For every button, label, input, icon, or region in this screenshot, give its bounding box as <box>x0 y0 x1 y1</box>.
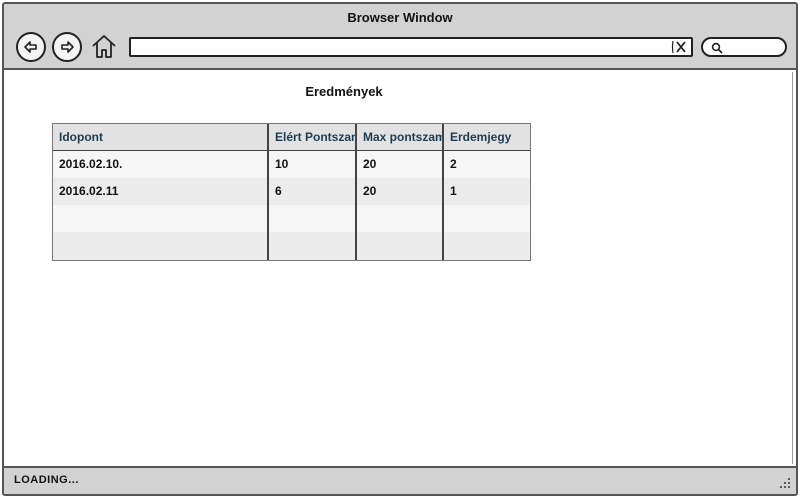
table-cell: 10 <box>269 151 357 178</box>
table-cell: 20 <box>357 178 444 205</box>
home-button[interactable] <box>90 32 118 60</box>
table-cell <box>53 232 269 260</box>
table-cell <box>269 205 357 232</box>
results-table: Idopont Elért Pontszam Max pontszam Erde… <box>52 123 531 261</box>
header-erdemjegy: Erdemjegy <box>450 130 512 144</box>
browser-window: Browser Window Eredmények Idopont Elért … <box>2 2 798 496</box>
table-cell <box>357 232 444 260</box>
table-cell: 2016.02.10. <box>53 151 269 178</box>
table-cell <box>357 205 444 232</box>
table-cell <box>444 205 530 232</box>
search-icon <box>711 42 723 54</box>
table-cell <box>53 205 269 232</box>
address-bar[interactable] <box>129 37 693 57</box>
close-icon <box>671 40 686 54</box>
table-cell: 20 <box>357 151 444 178</box>
table-cell: 1 <box>450 184 457 198</box>
arrow-right-icon <box>61 41 74 53</box>
vertical-scrollbar[interactable] <box>792 72 796 464</box>
header-max-pontszam: Max pontszam <box>357 124 444 150</box>
table-cell <box>444 232 530 260</box>
address-input[interactable] <box>135 40 659 56</box>
arrow-left-icon <box>24 41 37 53</box>
home-icon <box>92 35 116 58</box>
table-row: 2016.02.11 6 20 1 <box>53 178 530 205</box>
table-header-row: Idopont Elért Pontszam Max pontszam Erde… <box>53 124 530 152</box>
table-row <box>53 232 530 260</box>
table-cell: 6 <box>269 178 357 205</box>
back-button[interactable] <box>16 32 46 62</box>
table-cell: 2016.02.11 <box>53 178 269 205</box>
status-text: LOADING... <box>14 474 79 486</box>
header-idopont: Idopont <box>53 124 269 150</box>
page-title: Eredmények <box>305 84 383 99</box>
table-row: 2016.02.10. 10 20 2 <box>53 151 530 178</box>
table-row <box>53 205 530 232</box>
window-title: Browser Window <box>347 10 453 25</box>
search-input[interactable] <box>701 37 787 57</box>
browser-toolbar: Browser Window <box>4 4 796 70</box>
header-elert-pontszam: Elért Pontszam <box>269 124 357 150</box>
clear-address-button[interactable] <box>671 40 689 54</box>
forward-button[interactable] <box>52 32 82 62</box>
table-cell: 2 <box>450 157 457 171</box>
status-bar: LOADING... <box>4 466 796 494</box>
table-cell <box>269 232 357 260</box>
resize-grip-icon[interactable] <box>778 476 792 490</box>
